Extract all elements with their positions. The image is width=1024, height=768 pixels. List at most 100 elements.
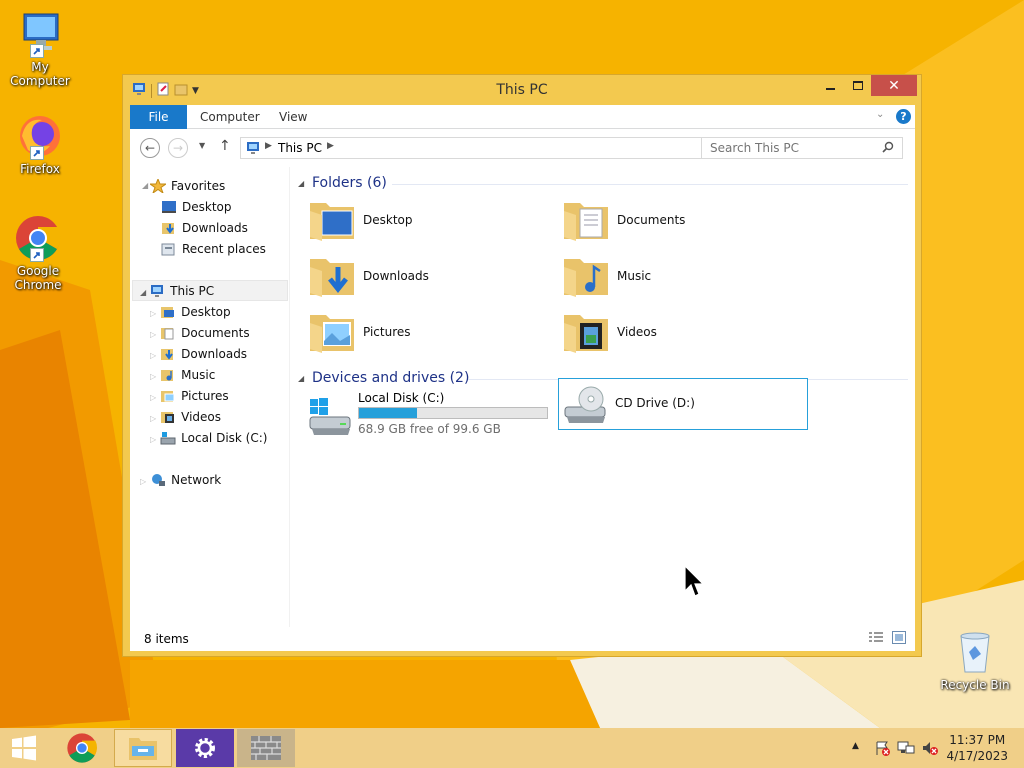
windows-logo-icon: [12, 735, 36, 761]
tab-file[interactable]: File: [130, 105, 187, 129]
music-icon: [160, 368, 176, 382]
status-bar: 8 items: [130, 627, 915, 651]
app-taskbar-button[interactable]: [237, 729, 295, 767]
start-button[interactable]: [0, 729, 48, 767]
desktop-icon: [161, 200, 177, 214]
search-input[interactable]: [710, 141, 870, 155]
shortcut-arrow-icon: [30, 146, 44, 160]
folders-group-header[interactable]: Folders (6): [312, 175, 387, 191]
desktop-icon-label: Google Chrome: [14, 264, 62, 292]
breadcrumb-separator-icon[interactable]: ▶: [265, 141, 272, 151]
settings-taskbar-button[interactable]: [176, 729, 234, 767]
network-status-icon[interactable]: [897, 740, 915, 759]
breadcrumb-this-pc[interactable]: This PC: [278, 141, 322, 155]
breadcrumb-separator-icon[interactable]: ▶: [327, 141, 334, 151]
action-center-flag-icon[interactable]: [874, 740, 890, 759]
desktop-icon-chrome[interactable]: Google Chrome: [0, 214, 78, 292]
help-icon[interactable]: ?: [896, 109, 911, 124]
recycle-bin-icon: [960, 632, 990, 673]
drive-tile-local-disk[interactable]: Local Disk (C:) 68.9 GB free of 99.6 GB: [304, 391, 554, 443]
file-explorer-icon: [129, 738, 157, 760]
folder-label: Videos: [617, 325, 657, 339]
maximize-icon: [853, 81, 863, 90]
nav-thispc-pictures[interactable]: ▷ Pictures: [150, 386, 229, 407]
search-icon[interactable]: [882, 141, 894, 156]
gear-icon: [195, 738, 215, 758]
shortcut-arrow-icon: [30, 44, 44, 58]
folder-tile-downloads[interactable]: Downloads: [308, 251, 558, 303]
tab-view[interactable]: View: [279, 105, 307, 129]
collapse-group-icon[interactable]: ◢: [298, 374, 304, 383]
back-button[interactable]: ←: [140, 138, 160, 158]
computer-small-icon: [245, 141, 261, 158]
nav-this-pc[interactable]: ◢ This PC: [132, 280, 288, 301]
large-icons-view-icon[interactable]: [892, 631, 906, 647]
downloads-icon: [161, 221, 177, 235]
up-arrow-icon[interactable]: ↑: [219, 138, 231, 154]
folder-label: Documents: [617, 213, 686, 227]
folder-label: Downloads: [363, 269, 429, 283]
file-explorer-taskbar-button[interactable]: [114, 729, 172, 767]
volume-muted-icon[interactable]: [921, 740, 939, 759]
recent-locations-chevron-icon[interactable]: ▼: [199, 141, 205, 150]
nav-thispc-local-disk[interactable]: ▷ Local Disk (C:): [150, 428, 267, 449]
collapse-group-icon[interactable]: ◢: [298, 179, 304, 188]
shortcut-arrow-icon: [30, 248, 44, 262]
close-icon: ✕: [888, 77, 900, 94]
desktop-icon-label: Firefox: [20, 162, 60, 176]
collapse-arrow-icon[interactable]: ◢: [142, 182, 150, 190]
nav-thispc-downloads[interactable]: ▷ Downloads: [150, 344, 247, 365]
clock-date: 4/17/2023: [946, 749, 1008, 763]
nav-favorites-recent-places[interactable]: Recent places: [161, 239, 266, 260]
desktop-icon-my-computer[interactable]: My Computer: [0, 10, 80, 88]
window-titlebar[interactable]: ▼ This PC ✕: [123, 75, 921, 105]
desktop-icon-firefox[interactable]: Firefox: [0, 112, 80, 176]
folder-tile-desktop[interactable]: Desktop: [308, 195, 558, 247]
chrome-taskbar-button[interactable]: [53, 729, 111, 767]
details-view-icon[interactable]: [869, 632, 883, 647]
folder-tile-videos[interactable]: Videos: [562, 307, 812, 359]
drive-tile-cd-drive[interactable]: CD Drive (D:): [558, 378, 808, 430]
folder-label: Desktop: [363, 213, 413, 227]
expand-ribbon-icon[interactable]: ⌄: [876, 109, 884, 120]
maximize-button[interactable]: [841, 75, 875, 96]
tab-computer[interactable]: Computer: [200, 105, 260, 129]
drive-free-space: 68.9 GB free of 99.6 GB: [358, 422, 501, 436]
nav-network[interactable]: ▷ Network: [140, 470, 221, 491]
window-title: This PC: [496, 82, 548, 98]
recent-places-icon: [161, 242, 177, 256]
hard-drive-icon: [160, 431, 176, 445]
clock-time: 11:37 PM: [949, 733, 1006, 747]
taskbar-clock[interactable]: 11:37 PM 4/17/2023: [946, 732, 1008, 764]
desktop-icon-recycle-bin[interactable]: Recycle Bin: [935, 628, 1015, 692]
forward-button[interactable]: →: [168, 138, 188, 158]
downloads-folder-icon: [310, 259, 354, 297]
nav-thispc-videos[interactable]: ▷ Videos: [150, 407, 221, 428]
items-view: ◢ Folders (6) Desktop Documents Download…: [292, 167, 915, 627]
videos-icon: [160, 410, 176, 424]
search-box[interactable]: [701, 137, 903, 159]
disk-usage-fill: [359, 408, 417, 418]
downloads-icon: [160, 347, 176, 361]
nav-favorites-downloads[interactable]: Downloads: [161, 218, 248, 239]
cd-drive-icon: [564, 386, 606, 423]
folder-label: Music: [617, 269, 652, 283]
drive-label: Local Disk (C:): [358, 391, 445, 405]
disk-usage-bar: [358, 407, 548, 419]
navigation-bar: ← → ▼ ↑ ▶ This PC ▶ ⌄ ↻: [130, 129, 915, 167]
close-button[interactable]: ✕: [871, 75, 917, 96]
drives-group-header[interactable]: Devices and drives (2): [312, 370, 469, 386]
folder-tile-documents[interactable]: Documents: [562, 195, 812, 247]
mouse-cursor-icon: [684, 565, 704, 597]
folder-tile-music[interactable]: Music: [562, 251, 812, 303]
nav-thispc-desktop[interactable]: ▷ Desktop: [150, 302, 231, 323]
show-hidden-icons-icon[interactable]: ▲: [852, 741, 859, 751]
folder-tile-pictures[interactable]: Pictures: [308, 307, 558, 359]
nav-thispc-documents[interactable]: ▷ Documents: [150, 323, 250, 344]
brick-wall-icon: [251, 736, 281, 760]
nav-thispc-music[interactable]: ▷ Music: [150, 365, 215, 386]
nav-favorites[interactable]: Favorites: [148, 176, 225, 197]
nav-favorites-desktop[interactable]: Desktop: [161, 197, 232, 218]
taskbar: ▲ 11:37 PM 4/17/2023: [0, 728, 1024, 768]
forward-arrow-icon: →: [172, 141, 184, 155]
